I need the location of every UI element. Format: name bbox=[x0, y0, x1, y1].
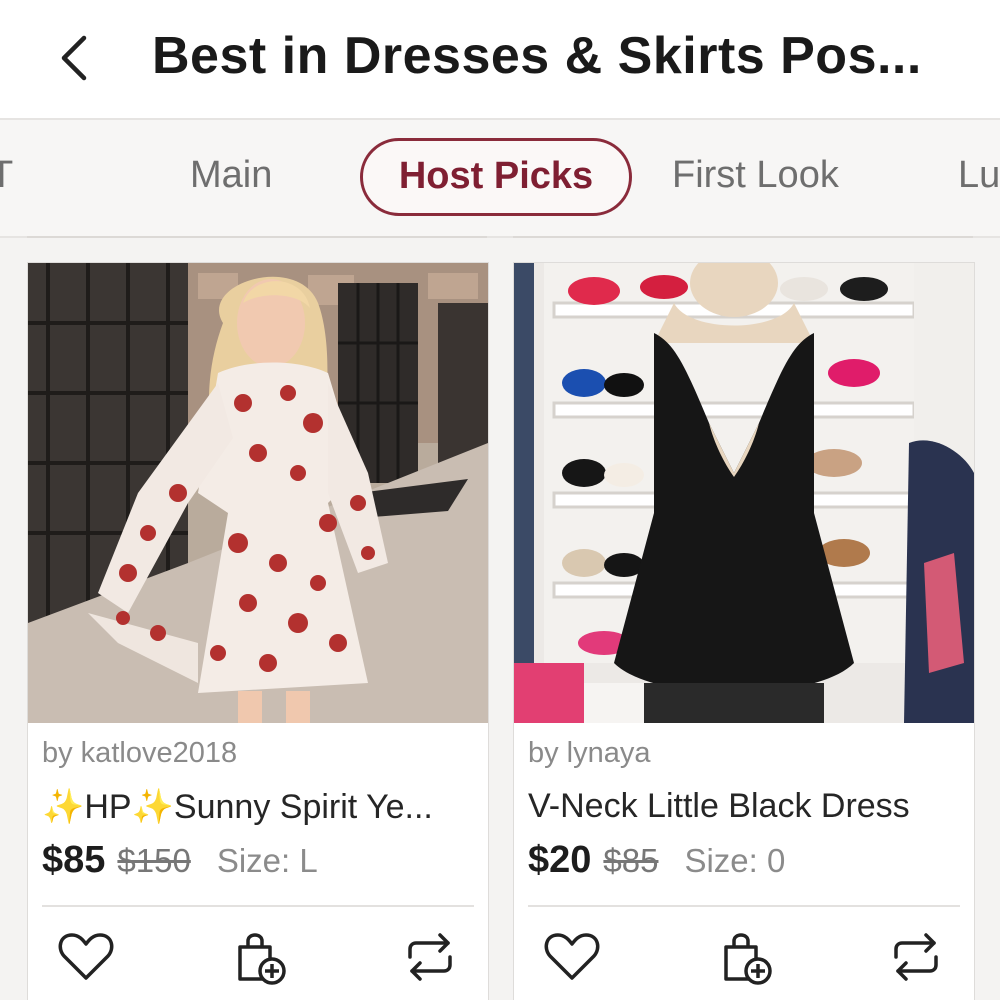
like-button[interactable] bbox=[56, 927, 116, 987]
tab-host-picks[interactable]: Host Picks bbox=[360, 138, 632, 216]
seller-name[interactable]: by lynaya bbox=[528, 737, 651, 770]
sparkles-icon: ✨ bbox=[131, 788, 174, 826]
seller-name[interactable]: by katlove2018 bbox=[42, 737, 237, 770]
black-dress-photo bbox=[514, 263, 974, 723]
heart-icon bbox=[58, 933, 114, 980]
share-icon bbox=[408, 933, 452, 981]
like-button[interactable] bbox=[542, 927, 602, 987]
listing-image[interactable] bbox=[28, 263, 488, 723]
grid-divider bbox=[27, 236, 487, 238]
original-price: $150 bbox=[117, 842, 191, 879]
tab-main[interactable]: Main bbox=[190, 138, 272, 212]
title-hp: HP bbox=[84, 788, 132, 826]
bundle-add-icon bbox=[238, 933, 286, 985]
listing-image[interactable] bbox=[514, 263, 974, 723]
listing-title[interactable]: ✨HP✨Sunny Spirit Ye... bbox=[42, 787, 482, 827]
card-divider bbox=[528, 905, 960, 907]
bundle-add-icon bbox=[724, 933, 772, 985]
top-bar: Best in Dresses & Skirts Pos... bbox=[0, 0, 1000, 120]
floral-dress-photo bbox=[28, 263, 488, 723]
tab-first-look[interactable]: First Look bbox=[672, 138, 839, 212]
heart-icon bbox=[544, 933, 600, 980]
listing-card[interactable]: by katlove2018 ✨HP✨Sunny Spirit Ye... $8… bbox=[27, 262, 489, 1000]
tab-partial-right[interactable]: Lu bbox=[958, 138, 1000, 212]
grid-divider bbox=[513, 236, 973, 238]
price: $20 bbox=[528, 839, 592, 881]
app-root: Best in Dresses & Skirts Pos... T Main H… bbox=[0, 0, 1000, 1000]
page-title: Best in Dresses & Skirts Pos... bbox=[152, 27, 922, 85]
share-button[interactable] bbox=[400, 927, 460, 987]
price: $85 bbox=[42, 839, 106, 881]
card-divider bbox=[42, 905, 474, 907]
size-label: Size: 0 bbox=[684, 842, 786, 879]
share-icon bbox=[894, 933, 938, 981]
add-to-bundle-button[interactable] bbox=[716, 927, 776, 987]
size-label: Size: L bbox=[216, 842, 318, 879]
listing-card[interactable]: by lynaya V-Neck Little Black Dress $20 $… bbox=[513, 262, 975, 1000]
sparkles-icon: ✨ bbox=[42, 788, 85, 826]
share-button[interactable] bbox=[886, 927, 946, 987]
original-price: $85 bbox=[603, 842, 659, 879]
tab-partial-left[interactable]: T bbox=[0, 138, 13, 212]
price-row: $20 $85 Size: 0 bbox=[528, 839, 785, 882]
add-to-bundle-button[interactable] bbox=[230, 927, 290, 987]
price-row: $85 $150 Size: L bbox=[42, 839, 318, 882]
chevron-left-icon bbox=[61, 35, 87, 81]
back-button[interactable] bbox=[50, 30, 106, 86]
tab-bar: T Main Host Picks First Look Lu bbox=[0, 120, 1000, 238]
listing-title[interactable]: V-Neck Little Black Dress bbox=[528, 787, 968, 826]
title-text: Sunny Spirit Ye... bbox=[173, 788, 433, 826]
